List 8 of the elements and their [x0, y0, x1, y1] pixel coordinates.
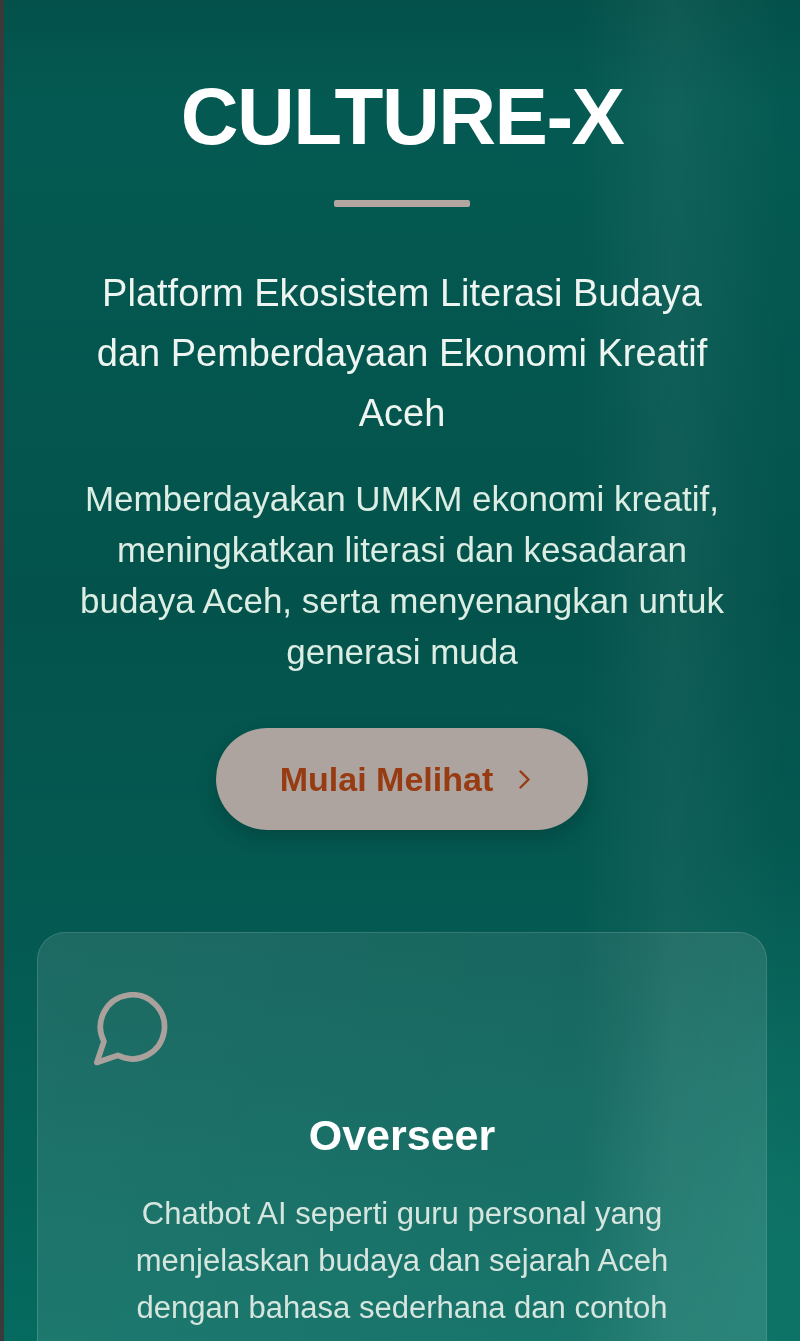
chat-bubble-icon	[94, 992, 168, 1066]
feature-description: Chatbot AI seperti guru personal yang menjelaskan budaya dan sejarah Aceh dengan bahasa sederhana dan contoh	[134, 1195, 670, 1327]
hero-subtitle: Platform Ekosistem Literasi Budaya dan Pemberdayaan Ekonomi Kreatif Aceh	[95, 271, 709, 436]
hero-description: Memberdayakan UMKM ekonomi kreatif, meningkatkan literasi dan kesadaran budaya Aceh, serta menyenangkan untuk generasi muda	[78, 478, 726, 673]
feature-title: Overseer	[308, 1110, 496, 1161]
chevron-right-icon	[519, 769, 531, 789]
hero-title: CULTURE-X	[180, 77, 624, 157]
start-button[interactable]: Mulai Melihat	[216, 728, 588, 830]
